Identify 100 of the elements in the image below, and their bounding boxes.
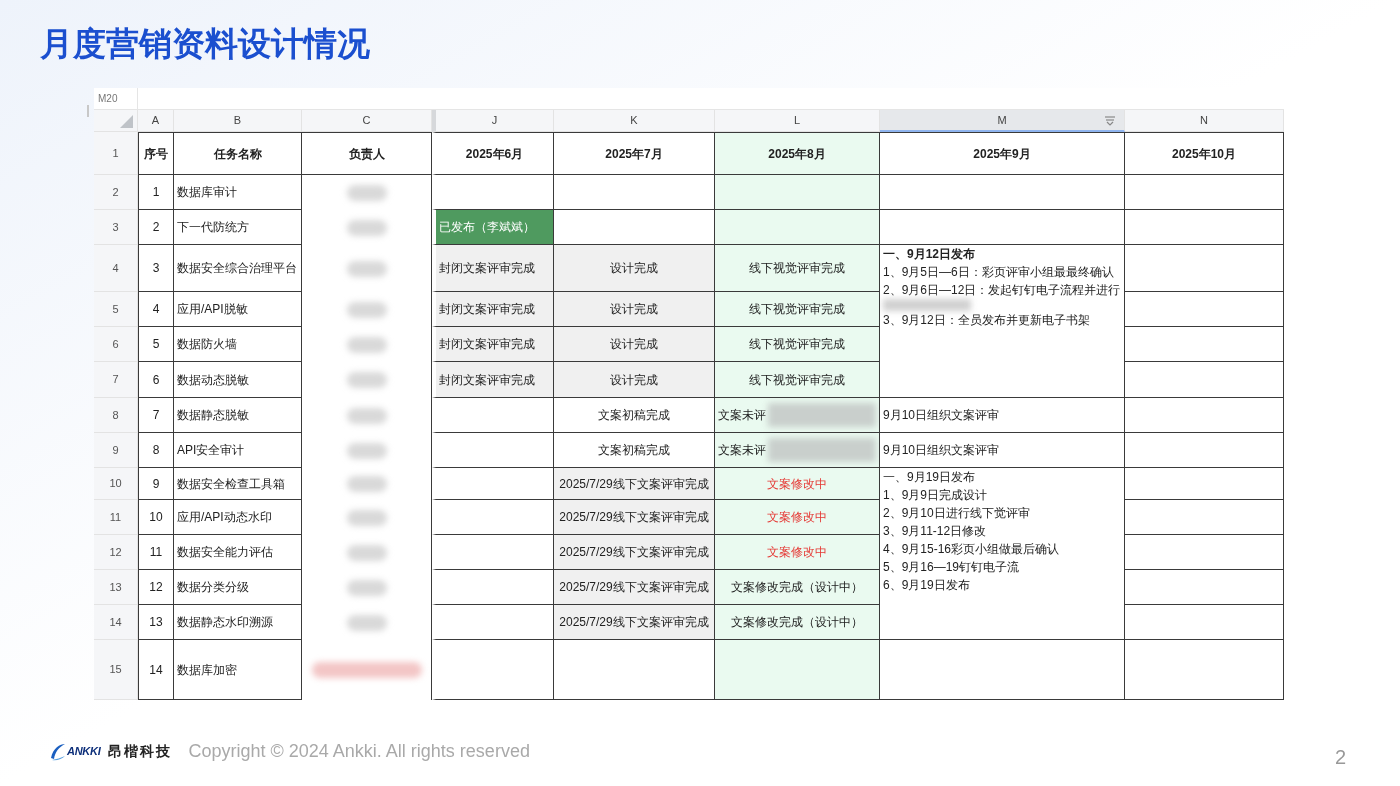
- redacted-block: [346, 476, 387, 492]
- table-cell: 线下视觉评审完成: [715, 362, 880, 398]
- row-header[interactable]: 1: [94, 132, 138, 175]
- redacted-block: [346, 442, 387, 459]
- copyright-text: Copyright © 2024 Ankki. All rights reserved: [188, 740, 530, 763]
- column-title: 2025年10月: [1125, 132, 1284, 175]
- slide-title: 月度营销资料设计情况: [40, 24, 370, 64]
- table-cell: 封闭文案评审完成: [432, 362, 554, 398]
- table-cell: 文案修改中: [715, 535, 880, 570]
- row-header[interactable]: 8: [94, 398, 138, 433]
- page-number: 2: [1335, 745, 1347, 770]
- table-cell: 4: [138, 292, 174, 327]
- table-cell: 2025/7/29线下文案评审完成: [554, 570, 715, 605]
- table-cell: 数据防火墙: [174, 327, 302, 362]
- row-header[interactable]: 2: [94, 175, 138, 210]
- row-header[interactable]: 4: [94, 245, 138, 292]
- table-cell: 2025/7/29线下文案评审完成: [554, 535, 715, 570]
- select-all-triangle-icon[interactable]: [120, 115, 133, 128]
- row-header[interactable]: 14: [94, 605, 138, 640]
- cell-text: 文案未评: [718, 442, 766, 459]
- row-header[interactable]: 5: [94, 292, 138, 327]
- column-header[interactable]: L: [715, 110, 880, 132]
- row-header[interactable]: 6: [94, 327, 138, 362]
- redacted-block: [346, 407, 387, 424]
- table-cell: 13: [138, 605, 174, 640]
- column-header[interactable]: J: [432, 110, 554, 132]
- table-cell: 线下视觉评审完成: [715, 245, 880, 292]
- table-cell: 7: [138, 398, 174, 433]
- table-cell: 文案修改中: [715, 500, 880, 535]
- table-cell: 数据静态水印溯源: [174, 605, 302, 640]
- note-line: 一、9月19日发布: [883, 469, 976, 486]
- table-cell: 设计完成: [554, 245, 715, 292]
- redacted-block: [346, 301, 387, 318]
- note-line: 2、9月6日—12日：发起钉钉电子流程并进行: [883, 282, 1121, 299]
- table-cell: 设计完成: [554, 327, 715, 362]
- table-cell: 5: [138, 327, 174, 362]
- logo-text: ANKKI: [67, 744, 101, 760]
- column-title: 2025年6月: [432, 132, 554, 175]
- table-cell: 线下视觉评审完成: [715, 327, 880, 362]
- column-header[interactable]: B: [174, 110, 302, 132]
- row-header[interactable]: 9: [94, 433, 138, 468]
- redacted-block: [346, 219, 387, 236]
- row-header[interactable]: 3: [94, 210, 138, 245]
- table-cell: 9: [138, 468, 174, 500]
- note-line: 4、9月15-16彩页小组做最后确认: [883, 541, 1060, 558]
- column-header[interactable]: N: [1125, 110, 1284, 132]
- row-header[interactable]: 11: [94, 500, 138, 535]
- status-cell: 已发布（李斌斌）: [432, 210, 554, 245]
- table-cell: 9月10日组织文案评审: [880, 433, 1125, 468]
- table-cell: 9月10日组织文案评审: [880, 398, 1125, 433]
- table-cell: 1: [138, 175, 174, 210]
- row-header[interactable]: 7: [94, 362, 138, 398]
- redacted-block: [346, 614, 387, 631]
- table-cell: 封闭文案评审完成: [432, 245, 554, 292]
- column-header[interactable]: C: [302, 110, 432, 132]
- table-cell: 文案修改完成（设计中）: [715, 605, 880, 640]
- table-cell: 数据库加密: [174, 640, 302, 700]
- table-cell: 数据安全能力评估: [174, 535, 302, 570]
- company-name: 昂楷科技: [108, 742, 173, 761]
- column-header[interactable]: A: [138, 110, 174, 132]
- note-line: 1、9月5日—6日：彩页评审小组最最终确认: [883, 264, 1114, 281]
- table-cell: 2025/7/29线下文案评审完成: [554, 468, 715, 500]
- row-header[interactable]: 12: [94, 535, 138, 570]
- table-cell: 文案修改中: [715, 468, 880, 500]
- note-line: 2、9月10日进行线下觉评审: [883, 505, 1030, 522]
- table-cell: 10: [138, 500, 174, 535]
- table-cell: 12: [138, 570, 174, 605]
- table-cell: 数据分类分级: [174, 570, 302, 605]
- row-header[interactable]: 13: [94, 570, 138, 605]
- column-header[interactable]: M: [880, 110, 1125, 132]
- redacted-block: [346, 509, 387, 526]
- column-title: 任务名称: [174, 132, 302, 175]
- table-cell: 14: [138, 640, 174, 700]
- table-cell: 封闭文案评审完成: [432, 292, 554, 327]
- note-line: 1、9月9日完成设计: [883, 487, 988, 504]
- table-cell: 设计完成: [554, 292, 715, 327]
- table-cell: 文案初稿完成: [554, 433, 715, 468]
- table-cell: 3: [138, 245, 174, 292]
- note-line: 6、9月19日发布: [883, 577, 970, 594]
- table-cell: 2: [138, 210, 174, 245]
- swoosh-icon: [50, 741, 66, 762]
- row-header[interactable]: 15: [94, 640, 138, 700]
- redacted-block: [346, 260, 387, 277]
- column-title: 2025年7月: [554, 132, 715, 175]
- table-cell: 封闭文案评审完成: [432, 327, 554, 362]
- note-line: 5、9月16—19钉钉电子流: [883, 559, 1020, 576]
- table-cell: 应用/API动态水印: [174, 500, 302, 535]
- cell-text: 文案未评: [718, 407, 766, 424]
- table-cell: 数据安全综合治理平台: [174, 245, 302, 292]
- column-title: 2025年9月: [880, 132, 1125, 175]
- redacted-block: [346, 372, 387, 388]
- table-cell: 设计完成: [554, 362, 715, 398]
- table-cell: 数据安全检查工具箱: [174, 468, 302, 500]
- table-cell: 文案初稿完成: [554, 398, 715, 433]
- table-cell: 数据动态脱敏: [174, 362, 302, 398]
- column-header[interactable]: K: [554, 110, 715, 132]
- filter-icon[interactable]: [1104, 116, 1116, 126]
- table-cell: API安全审计: [174, 433, 302, 468]
- table-cell: 2025/7/29线下文案评审完成: [554, 605, 715, 640]
- row-header[interactable]: 10: [94, 468, 138, 500]
